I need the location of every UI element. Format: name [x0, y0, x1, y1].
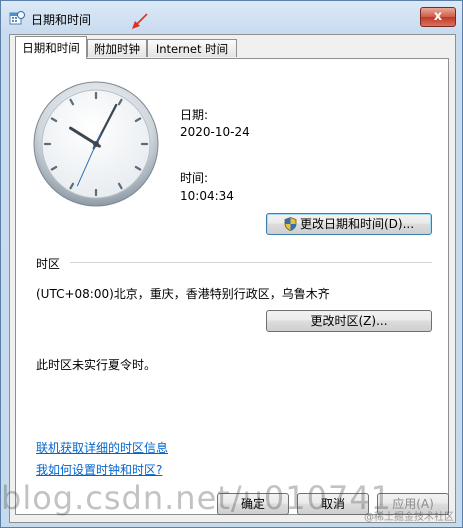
- clock-calendar-icon: [9, 11, 25, 25]
- dst-note: 此时区未实行夏令时。: [36, 358, 157, 372]
- close-button[interactable]: x: [420, 7, 456, 27]
- tab-label: 日期和时间: [22, 41, 80, 55]
- change-timezone-button[interactable]: 更改时区(Z)...: [266, 310, 432, 332]
- time-label: 时间:: [180, 171, 209, 185]
- tab-label: Internet 时间: [155, 42, 229, 56]
- timezone-value: (UTC+08:00)北京，重庆，香港特别行政区，乌鲁木齐: [36, 287, 330, 301]
- how-to-set-clock-link[interactable]: 我如何设置时钟和时区?: [36, 461, 162, 478]
- tab-internet-time[interactable]: Internet 时间: [147, 39, 237, 57]
- tab-label: 附加时钟: [94, 42, 140, 56]
- uac-shield-icon: [284, 217, 297, 231]
- time-value: 10:04:34: [180, 189, 234, 203]
- date-value: 2020-10-24: [180, 125, 250, 139]
- button-label: 更改日期和时间(D)...: [299, 217, 415, 231]
- separator: [70, 262, 432, 263]
- tab-date-time[interactable]: 日期和时间: [15, 36, 87, 59]
- close-icon: x: [433, 9, 443, 24]
- window-title: 日期和时间: [31, 13, 92, 27]
- date-label: 日期:: [180, 108, 209, 122]
- change-date-time-button[interactable]: 更改日期和时间(D)...: [266, 213, 432, 235]
- tab-additional-clocks[interactable]: 附加时钟: [87, 39, 147, 57]
- button-label: 更改时区(Z)...: [310, 314, 388, 328]
- dialog-window: 日期和时间 x 日期和时间 附加时钟 Internet 时间 日期: 2020-…: [0, 0, 463, 528]
- analog-clock-icon: [33, 81, 159, 207]
- timezone-section-label: 时区: [36, 257, 61, 271]
- red-arrow-annotation: [132, 13, 148, 29]
- title-bar[interactable]: 日期和时间 x: [1, 1, 462, 33]
- online-timezone-info-link[interactable]: 联机获取详细的时区信息: [36, 439, 168, 456]
- tab-content-date-time: 日期: 2020-10-24 时间: 10:04:34 更改日期和时间(D)..…: [15, 58, 449, 515]
- watermark-text: blog.csdn.net/u010741: [1, 479, 393, 517]
- juejin-watermark: @稀土掘金技术社区: [364, 512, 454, 523]
